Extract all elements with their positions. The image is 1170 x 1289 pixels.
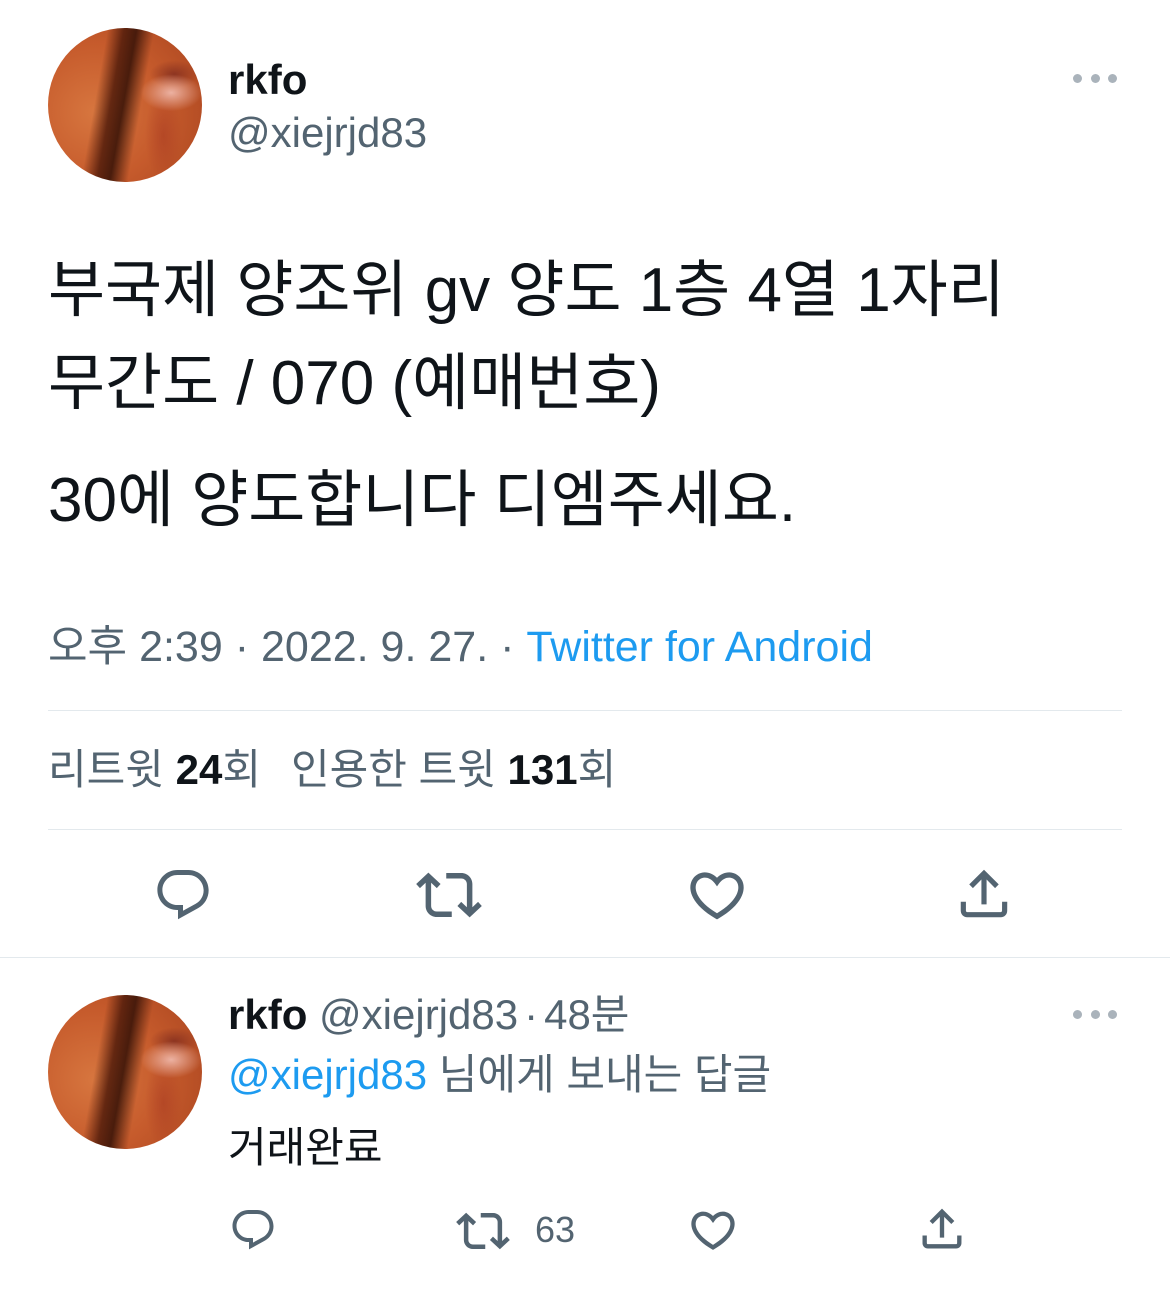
reply-author-name[interactable]: rkfo [228,991,307,1038]
replying-to-handle[interactable]: @xiejrjd83 [228,1051,427,1098]
retweets-suffix: 회 [222,746,261,793]
author-handle[interactable]: @xiejrjd83 [228,108,427,158]
replying-to: @xiejrjd83 님에게 보내는 답글 [228,1050,771,1100]
section-divider [0,957,1170,958]
retweet-icon[interactable] [456,1204,510,1258]
tweet-date[interactable]: 2022. 9. 27. [261,623,488,671]
tweet-meta: 오후 2:39 · 2022. 9. 27. · Twitter for And… [48,620,873,674]
retweets-label: 리트윗 [48,746,164,793]
more-options-icon[interactable] [1071,1002,1119,1026]
heart-icon[interactable] [687,1204,739,1256]
replying-to-label: 님에게 보내는 답글 [438,1051,772,1098]
more-dot [1090,73,1100,83]
reply-icon[interactable] [229,1206,277,1254]
retweets-stat[interactable]: 리트윗 24회 [48,746,261,793]
more-dot [1108,73,1117,83]
divider [48,829,1122,830]
author-avatar[interactable] [48,28,202,182]
retweet-icon[interactable] [416,862,482,928]
more-dot [1073,73,1082,83]
reply-author-handle[interactable]: @xiejrjd83 [319,991,518,1038]
reply-icon[interactable] [153,865,213,925]
reply-text: 거래완료 [228,1124,383,1171]
share-icon[interactable] [916,1203,968,1255]
quotes-label: 인용한 트윗 [290,746,496,793]
tweet-text-line: 부국제 양조위 gv 양도 1층 4열 1자리 [48,256,1005,325]
tweet-source[interactable]: Twitter for Android [526,623,873,671]
more-dot [1073,1009,1082,1019]
tweet-stats: 리트윗 24회 인용한 트윗 131회 [48,745,616,795]
tweet-text-line: 30에 양도합니다 디엠주세요. [48,466,797,535]
tweet-text-line: 무간도 / 070 (예매번호) [48,349,661,418]
tweet-time[interactable]: 오후 2:39 [48,623,223,671]
divider [48,710,1122,711]
quotes-suffix: 회 [577,746,617,793]
author-name[interactable]: rkfo [228,55,307,105]
more-dot [1108,1009,1117,1019]
reply-author-avatar[interactable] [48,995,202,1149]
meta-separator: · [500,623,515,671]
meta-separator: · [234,623,250,671]
reply-age[interactable]: 48분 [544,991,629,1038]
more-options-icon[interactable] [1071,66,1119,90]
retweet-count: 63 [535,1209,576,1250]
header-separator: · [524,991,539,1038]
quotes-count: 131 [507,746,578,793]
quotes-stat[interactable]: 인용한 트윗 131회 [291,746,616,793]
heart-icon[interactable] [685,863,749,927]
more-dot [1090,1009,1100,1019]
reply-header: rkfo @xiejrjd83 · 48분 [228,990,629,1040]
share-icon[interactable] [953,863,1015,925]
retweets-count: 24 [175,746,223,793]
